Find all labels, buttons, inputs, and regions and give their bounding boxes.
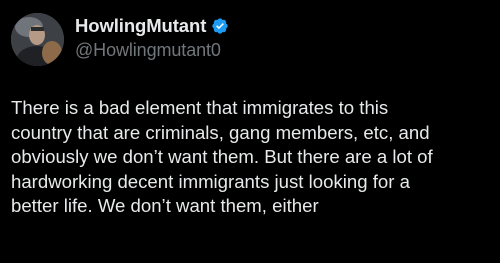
tweet-card: HowlingMutant @Howlingmutant0 There is a… <box>0 0 500 263</box>
display-name[interactable]: HowlingMutant <box>75 15 206 37</box>
avatar[interactable] <box>11 13 64 66</box>
author-handle[interactable]: @Howlingmutant0 <box>75 40 221 61</box>
tweet-text-line: better life. We don’t want them, either <box>11 195 319 217</box>
tweet-text-line: obviously we don’t want them. But there … <box>11 146 433 168</box>
tweet-text-line: hardworking decent immigrants just looki… <box>11 170 410 192</box>
tweet-text: There is a bad element that immigrates t… <box>11 96 496 219</box>
tweet-text-line: country that are criminals, gang members… <box>11 121 430 143</box>
author-name-row: HowlingMutant <box>75 14 229 38</box>
verified-badge-icon <box>211 17 229 35</box>
tweet-text-line: There is a bad element that immigrates t… <box>11 97 389 118</box>
avatar-photo-icon <box>11 13 64 66</box>
